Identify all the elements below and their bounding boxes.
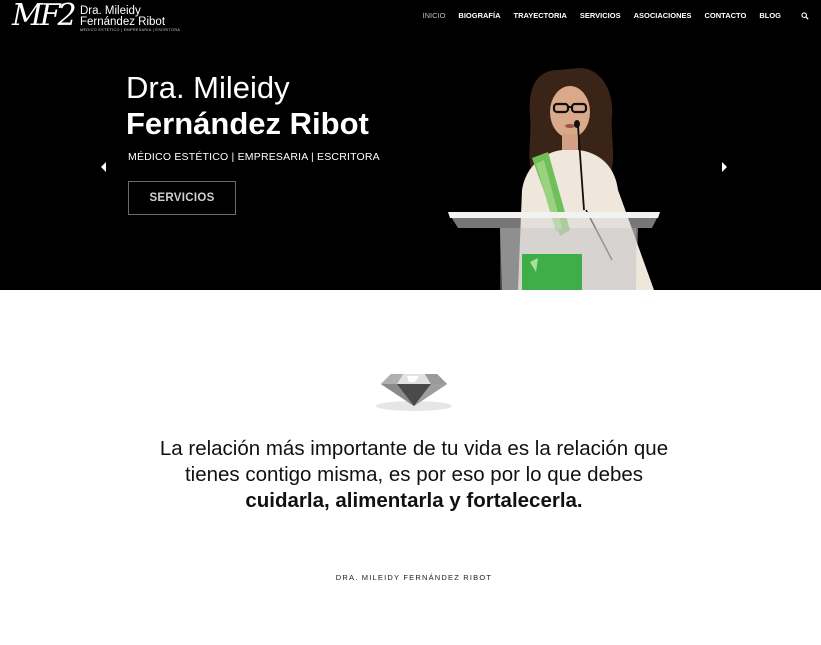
diamond-icon	[373, 364, 455, 412]
hero-subtitle: MÉDICO ESTÉTICO | EMPRESARIA | ESCRITORA	[128, 151, 380, 163]
nav-item-servicios[interactable]: SERVICIOS	[580, 11, 621, 20]
logo-monogram: MF2	[12, 0, 77, 33]
hero-slider: MF2 Dra. Mileidy Fernández Ribot MÉDICO …	[0, 0, 821, 290]
site-header: MF2 Dra. Mileidy Fernández Ribot MÉDICO …	[0, 0, 821, 34]
nav-item-trayectoria[interactable]: TRAYECTORIA	[514, 11, 567, 20]
hero-portrait-image	[448, 68, 660, 290]
site-logo[interactable]: MF2 Dra. Mileidy Fernández Ribot MÉDICO …	[12, 0, 182, 34]
hero-title-line2: Fernández Ribot	[126, 106, 369, 141]
nav-item-inicio[interactable]: INICIO	[423, 11, 446, 20]
nav-item-contacto[interactable]: CONTACTO	[705, 11, 747, 20]
quote-signature: DRA. MILEIDY FERNÁNDEZ RIBOT	[335, 573, 493, 582]
nav-item-biografia[interactable]: BIOGRAFÍA	[458, 11, 500, 20]
chevron-left-icon[interactable]	[99, 161, 109, 173]
chevron-right-icon[interactable]	[719, 161, 729, 173]
servicios-button[interactable]: SERVICIOS	[128, 181, 236, 215]
search-icon[interactable]	[801, 12, 809, 20]
logo-name-line2: Fernández Ribot	[80, 16, 166, 28]
nav-item-asociaciones[interactable]: ASOCIACIONES	[634, 11, 692, 20]
main-nav: INICIO BIOGRAFÍA TRAYECTORIA SERVICIOS A…	[423, 11, 782, 20]
quote-text: La relación más importante de tu vida es…	[150, 436, 678, 514]
quote-text-bold: cuidarla, alimentarla y fortalecerla.	[245, 489, 583, 512]
nav-item-blog[interactable]: BLOG	[759, 11, 781, 20]
quote-text-regular: La relación más importante de tu vida es…	[159, 437, 669, 486]
hero-title-line1: Dra. Mileidy	[126, 70, 290, 105]
logo-tagline: MÉDICO ESTÉTICO | EMPRESARIA | ESCRITORA	[80, 28, 181, 32]
